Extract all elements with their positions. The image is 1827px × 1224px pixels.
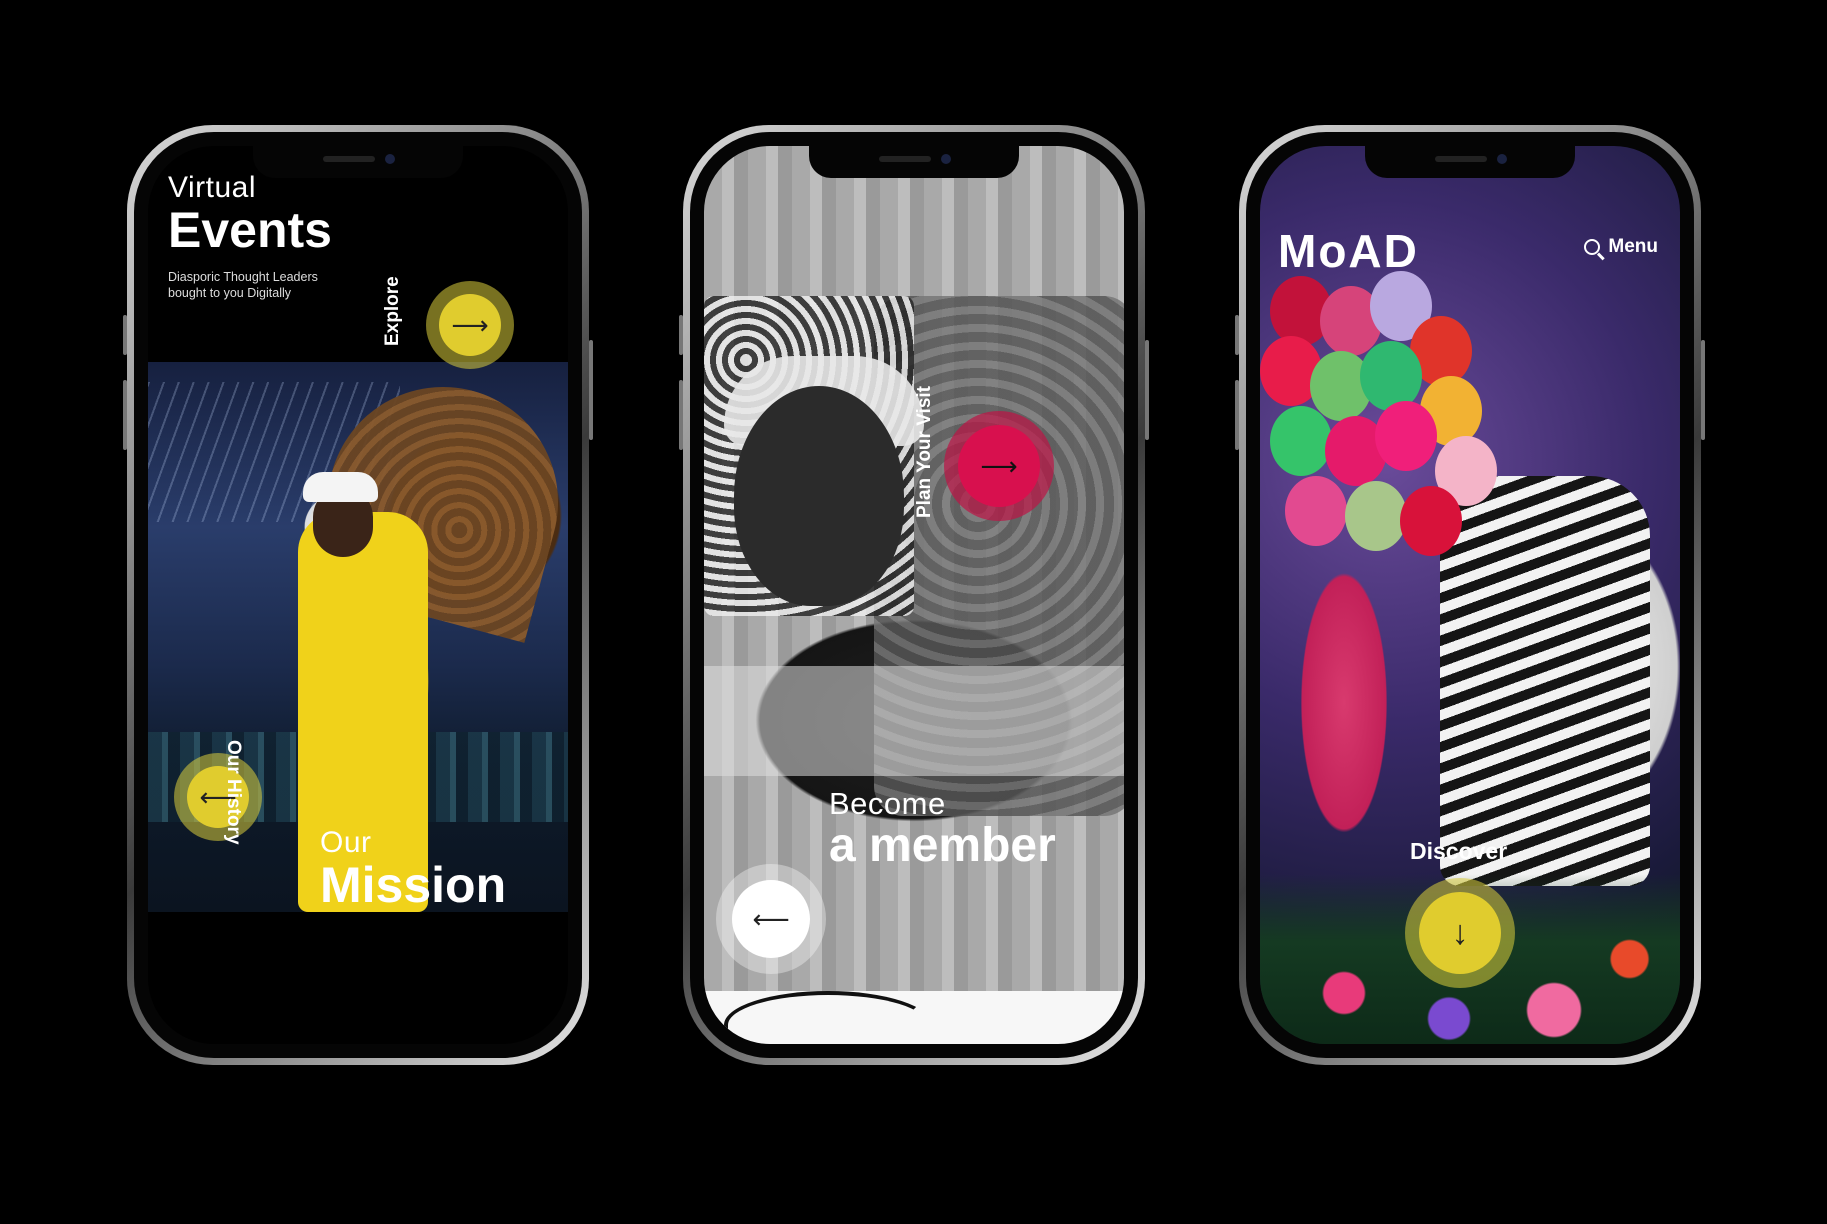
- screen: MoAD Menu Discover ↓: [1260, 146, 1680, 1044]
- notch: [1365, 146, 1575, 178]
- arrow-right-icon: ⟶: [451, 310, 489, 340]
- side-button: [1701, 340, 1705, 440]
- figure-hat: [303, 472, 378, 502]
- events-subtitle: Diasporic Thought Leaders bought to you …: [168, 269, 332, 301]
- arm: [704, 666, 1124, 776]
- phone-events: Virtual Events Diasporic Thought Leaders…: [123, 125, 593, 1065]
- plan-visit-label[interactable]: Plan Your Visit: [914, 386, 936, 518]
- search-icon[interactable]: [1584, 239, 1601, 255]
- side-button: [123, 315, 127, 355]
- notch: [809, 146, 1019, 178]
- history-button[interactable]: ⟵: [174, 753, 262, 841]
- moad-logo[interactable]: MoAD: [1278, 224, 1419, 278]
- member-heading: Become a member: [829, 786, 1056, 870]
- bezel: Plan Your Visit ⟶ Become a member ⟵: [690, 132, 1138, 1058]
- events-title: Events: [168, 202, 332, 258]
- side-button: [1145, 340, 1149, 440]
- side-button: [123, 380, 127, 450]
- back-button[interactable]: ⟵: [716, 864, 826, 974]
- mission-title-light: Our: [320, 826, 372, 859]
- screen: Plan Your Visit ⟶ Become a member ⟵: [704, 146, 1124, 1044]
- events-subtitle-line2: bought to you Digitally: [168, 286, 291, 300]
- member-title[interactable]: a member: [829, 822, 1056, 870]
- arrow-down-icon: ↓: [1451, 914, 1469, 952]
- side-button: [679, 315, 683, 355]
- member-title-light: Become: [829, 786, 946, 821]
- phone-home: MoAD Menu Discover ↓: [1235, 125, 1705, 1065]
- phone-visit: Plan Your Visit ⟶ Become a member ⟵: [679, 125, 1149, 1065]
- events-header: Virtual Events Diasporic Thought Leaders…: [168, 171, 332, 301]
- mission-heading: Our Mission: [320, 826, 506, 910]
- history-label[interactable]: Our History: [222, 740, 244, 845]
- arrow-right-icon: ⟶: [980, 451, 1018, 481]
- plan-visit-button[interactable]: ⟶: [944, 411, 1054, 521]
- explore-label[interactable]: Explore: [382, 276, 404, 346]
- balloons: [1260, 256, 1530, 586]
- explore-button[interactable]: ⟶: [426, 281, 514, 369]
- discover-label[interactable]: Discover: [1410, 838, 1507, 865]
- portrait-face: [734, 386, 904, 606]
- events-subtitle-line1: Diasporic Thought Leaders: [168, 270, 318, 284]
- side-button: [589, 340, 593, 440]
- bezel: Virtual Events Diasporic Thought Leaders…: [134, 132, 582, 1058]
- side-button: [679, 380, 683, 450]
- screen: Virtual Events Diasporic Thought Leaders…: [148, 146, 568, 1044]
- menu-button[interactable]: Menu: [1584, 236, 1658, 258]
- mission-title: Mission: [320, 857, 507, 913]
- side-button: [1235, 380, 1239, 450]
- side-button: [1235, 315, 1239, 355]
- arrow-left-icon: ⟵: [752, 904, 790, 934]
- discover-button[interactable]: ↓: [1405, 878, 1515, 988]
- menu-label[interactable]: Menu: [1608, 236, 1658, 258]
- notch: [253, 146, 463, 178]
- bezel: MoAD Menu Discover ↓: [1246, 132, 1694, 1058]
